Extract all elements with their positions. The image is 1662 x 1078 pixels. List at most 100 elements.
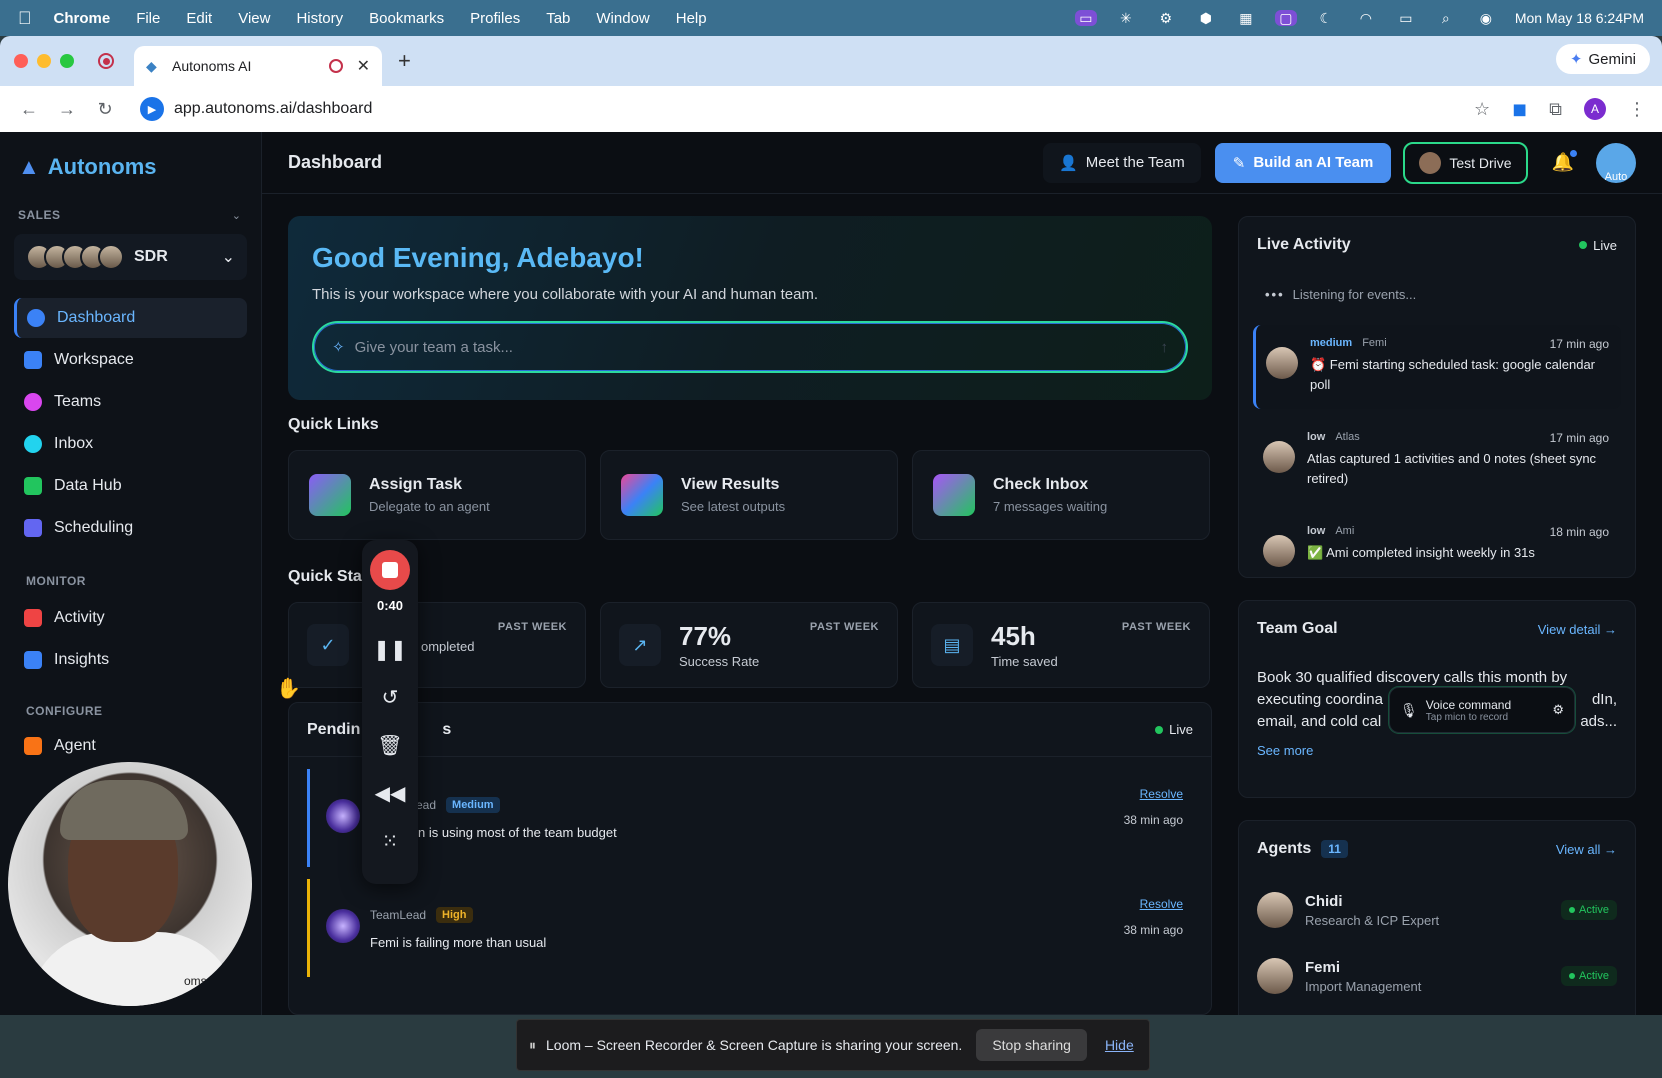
wifi-icon[interactable]: ◠ bbox=[1355, 10, 1377, 26]
profile-avatar[interactable]: A bbox=[1584, 98, 1606, 120]
monitor-nav: Activity Insights bbox=[0, 598, 261, 680]
url-field[interactable]: ▶ app.autonoms.ai/dashboard bbox=[140, 97, 1474, 121]
activity-agent: Atlas bbox=[1335, 431, 1360, 443]
agents-header: Agents 11 View all → bbox=[1239, 821, 1635, 877]
close-window-button[interactable] bbox=[14, 54, 28, 68]
voice-command-widget[interactable]: 🎙 Voice command Tap micn to record ⚙ bbox=[1389, 687, 1575, 733]
more-menu-icon[interactable]: ⋮ bbox=[1628, 99, 1646, 120]
sidebar-item-insights[interactable]: Insights bbox=[14, 640, 247, 680]
menu-help[interactable]: Help bbox=[676, 10, 707, 27]
sidebar-item-label: Scheduling bbox=[54, 519, 134, 536]
pause-share-icon[interactable]: ⏸ bbox=[529, 1037, 536, 1054]
search-icon[interactable]: ⌕ bbox=[1435, 10, 1457, 26]
menu-history[interactable]: History bbox=[296, 10, 343, 27]
sales-section-header[interactable]: SALES ⌄ bbox=[0, 208, 261, 222]
pending-meta: ead Medium bbox=[370, 769, 1193, 813]
apple-icon[interactable]:  bbox=[18, 8, 32, 29]
new-tab-button[interactable]: + bbox=[398, 48, 411, 74]
maximize-window-button[interactable] bbox=[60, 54, 74, 68]
moon-icon[interactable]: ☾ bbox=[1315, 10, 1337, 26]
rewind-icon[interactable]: ◀◀ bbox=[370, 773, 410, 813]
settings-sliders-icon[interactable]: ⚙ bbox=[1552, 702, 1564, 718]
sidebar-item-activity[interactable]: Activity bbox=[14, 598, 247, 638]
sidebar-item-teams[interactable]: Teams bbox=[14, 382, 247, 422]
cube-icon[interactable]: ⬢ bbox=[1195, 10, 1217, 26]
sidebar-item-data-hub[interactable]: Data Hub bbox=[14, 466, 247, 506]
quick-link-title: View Results bbox=[681, 476, 780, 493]
control-center-icon[interactable]: ◉ bbox=[1475, 10, 1497, 26]
menu-view[interactable]: View bbox=[238, 10, 270, 27]
task-input[interactable]: ✧ Give your team a task... ↑ bbox=[312, 321, 1188, 373]
sparkle-icon[interactable]: ✳ bbox=[1115, 10, 1137, 26]
forward-icon[interactable]: → bbox=[54, 99, 80, 120]
grid-icon[interactable]: ▦ bbox=[1235, 10, 1257, 26]
goal-line-tail: dIn, bbox=[1591, 691, 1617, 708]
pause-icon[interactable]: ❚❚ bbox=[370, 629, 410, 669]
battery-icon[interactable]: ▭ bbox=[1395, 10, 1417, 26]
agent-row[interactable]: Chidi Research & ICP Expert Active bbox=[1239, 877, 1635, 943]
user-avatar[interactable]: Auto bbox=[1596, 142, 1636, 183]
extension-app-icon[interactable]: ◼ bbox=[1512, 99, 1527, 120]
bookmark-star-icon[interactable]: ☆ bbox=[1474, 99, 1490, 120]
team-goal-title: Team Goal bbox=[1257, 620, 1338, 637]
activity-event[interactable]: low Ami 18 min ago ✅ Ami completed insig… bbox=[1253, 513, 1621, 577]
more-options-icon[interactable]: ⁙ bbox=[370, 821, 410, 861]
site-info-icon[interactable]: ▶ bbox=[140, 97, 164, 121]
test-drive-button[interactable]: Test Drive bbox=[1403, 141, 1528, 184]
quick-link-assign-task[interactable]: Assign Task Delegate to an agent bbox=[288, 450, 586, 540]
reload-icon[interactable]: ↻ bbox=[92, 99, 118, 120]
resolve-link[interactable]: Resolve bbox=[1140, 897, 1183, 911]
team-selector[interactable]: SDR ⌄ bbox=[14, 234, 247, 280]
minimize-window-button[interactable] bbox=[37, 54, 51, 68]
close-tab-icon[interactable]: ✕ bbox=[357, 56, 370, 76]
hide-banner-link[interactable]: Hide bbox=[1105, 1037, 1134, 1053]
menu-tab[interactable]: Tab bbox=[546, 10, 570, 27]
dashboard-content: Good Evening, Adebayo! This is your work… bbox=[262, 194, 1662, 1015]
sidebar-item-dashboard[interactable]: Dashboard bbox=[14, 298, 247, 338]
build-ai-team-button[interactable]: ✎ Build an AI Team bbox=[1214, 142, 1392, 183]
browser-tab[interactable]: ◆ Autonoms AI ✕ bbox=[134, 46, 382, 86]
view-detail-link[interactable]: View detail → bbox=[1538, 622, 1617, 637]
menu-window[interactable]: Window bbox=[596, 10, 649, 27]
activity-event[interactable]: medium Femi 17 min ago ⏰ Femi starting s… bbox=[1253, 325, 1621, 409]
quick-link-view-results[interactable]: View Results See latest outputs bbox=[600, 450, 898, 540]
avatar bbox=[1266, 347, 1298, 379]
autonoms-logo-icon: ▲ bbox=[18, 154, 40, 179]
meet-team-button[interactable]: 👤 Meet the Team bbox=[1043, 142, 1201, 183]
sidebar-item-workspace[interactable]: Workspace bbox=[14, 340, 247, 380]
menu-app[interactable]: Chrome bbox=[54, 10, 111, 27]
see-more-link[interactable]: See more bbox=[1239, 743, 1635, 758]
agent-row[interactable]: Femi Import Management Active bbox=[1239, 943, 1635, 1009]
view-all-link[interactable]: View all → bbox=[1556, 842, 1617, 857]
chevron-down-icon: ⌄ bbox=[221, 249, 235, 266]
notification-bell-icon[interactable]: 🔔 bbox=[1552, 150, 1578, 173]
sidebar-item-agents[interactable]: Agent bbox=[14, 726, 247, 766]
extension-icon[interactable]: ⚙ bbox=[1155, 10, 1177, 26]
resolve-link[interactable]: Resolve bbox=[1140, 787, 1183, 801]
trash-icon[interactable]: 🗑 bbox=[370, 725, 410, 765]
menu-edit[interactable]: Edit bbox=[186, 10, 212, 27]
restart-icon[interactable]: ↺ bbox=[370, 677, 410, 717]
sidebar-item-label: Workspace bbox=[54, 351, 134, 368]
sidebar-item-scheduling[interactable]: Scheduling bbox=[14, 508, 247, 548]
send-arrow-icon[interactable]: ↑ bbox=[1161, 339, 1169, 356]
menu-profiles[interactable]: Profiles bbox=[470, 10, 520, 27]
screen-record-icon[interactable]: ▭ bbox=[1074, 10, 1097, 26]
activity-event[interactable]: low Atlas 17 min ago Atlas captured 1 ac… bbox=[1253, 419, 1621, 503]
sidebar-item-inbox[interactable]: Inbox bbox=[14, 424, 247, 464]
webcam-bubble[interactable]: oms-... bbox=[8, 762, 252, 1006]
sidebar-item-label: Data Hub bbox=[54, 477, 122, 494]
window-icon[interactable]: ▢ bbox=[1274, 10, 1297, 26]
gemini-button[interactable]: ✦ Gemini bbox=[1555, 44, 1650, 74]
menu-file[interactable]: File bbox=[136, 10, 160, 27]
quick-link-check-inbox[interactable]: Check Inbox 7 messages waiting bbox=[912, 450, 1210, 540]
scheduling-icon bbox=[24, 519, 42, 537]
menu-bookmarks[interactable]: Bookmarks bbox=[369, 10, 444, 27]
back-icon[interactable]: ← bbox=[16, 99, 42, 120]
stop-recording-button[interactable] bbox=[370, 550, 410, 590]
stop-sharing-button[interactable]: Stop sharing bbox=[976, 1029, 1087, 1061]
menubar-datetime[interactable]: Mon May 18 6:24PM bbox=[1515, 10, 1644, 26]
loom-recorder-controls: 0:40 ❚❚ ↺ 🗑 ◀◀ ⁙ bbox=[362, 540, 418, 884]
brand-logo[interactable]: ▲ Autonoms bbox=[0, 132, 261, 180]
extensions-icon[interactable]: ⧉ bbox=[1549, 99, 1562, 120]
